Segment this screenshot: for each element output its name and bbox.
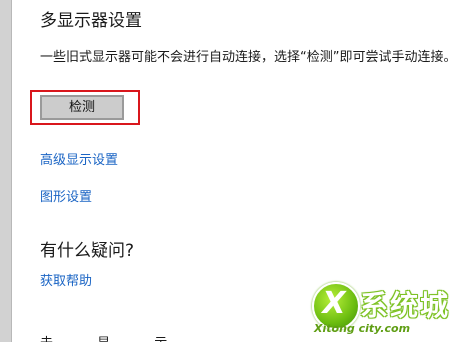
questions-heading: 有什么疑问? [40,241,135,261]
watermark-logo-letter: X [322,286,346,321]
left-border-line [11,0,12,342]
left-scroll-border [0,0,11,342]
watermark-text: 系统城 [360,289,451,322]
graphics-settings-link[interactable]: 图形设置 [40,186,92,205]
multi-display-heading: 多显示器设置 [40,11,142,31]
advanced-display-settings-link[interactable]: 高级显示设置 [40,149,118,168]
site-watermark: X 系统城 Xitong city.com [310,282,470,338]
detect-button[interactable]: 检测 [40,95,124,120]
get-help-link[interactable]: 获取帮助 [40,270,92,289]
watermark-url: Xitong city.com [314,322,411,335]
detect-description: 一些旧式显示器可能不会进行自动连接，选择“检测”即可尝试手动连接。 [40,50,457,65]
cut-off-heading: 未 显 示 [40,332,187,342]
settings-page: 多显示器设置 一些旧式显示器可能不会进行自动连接，选择“检测”即可尝试手动连接。… [0,0,475,342]
